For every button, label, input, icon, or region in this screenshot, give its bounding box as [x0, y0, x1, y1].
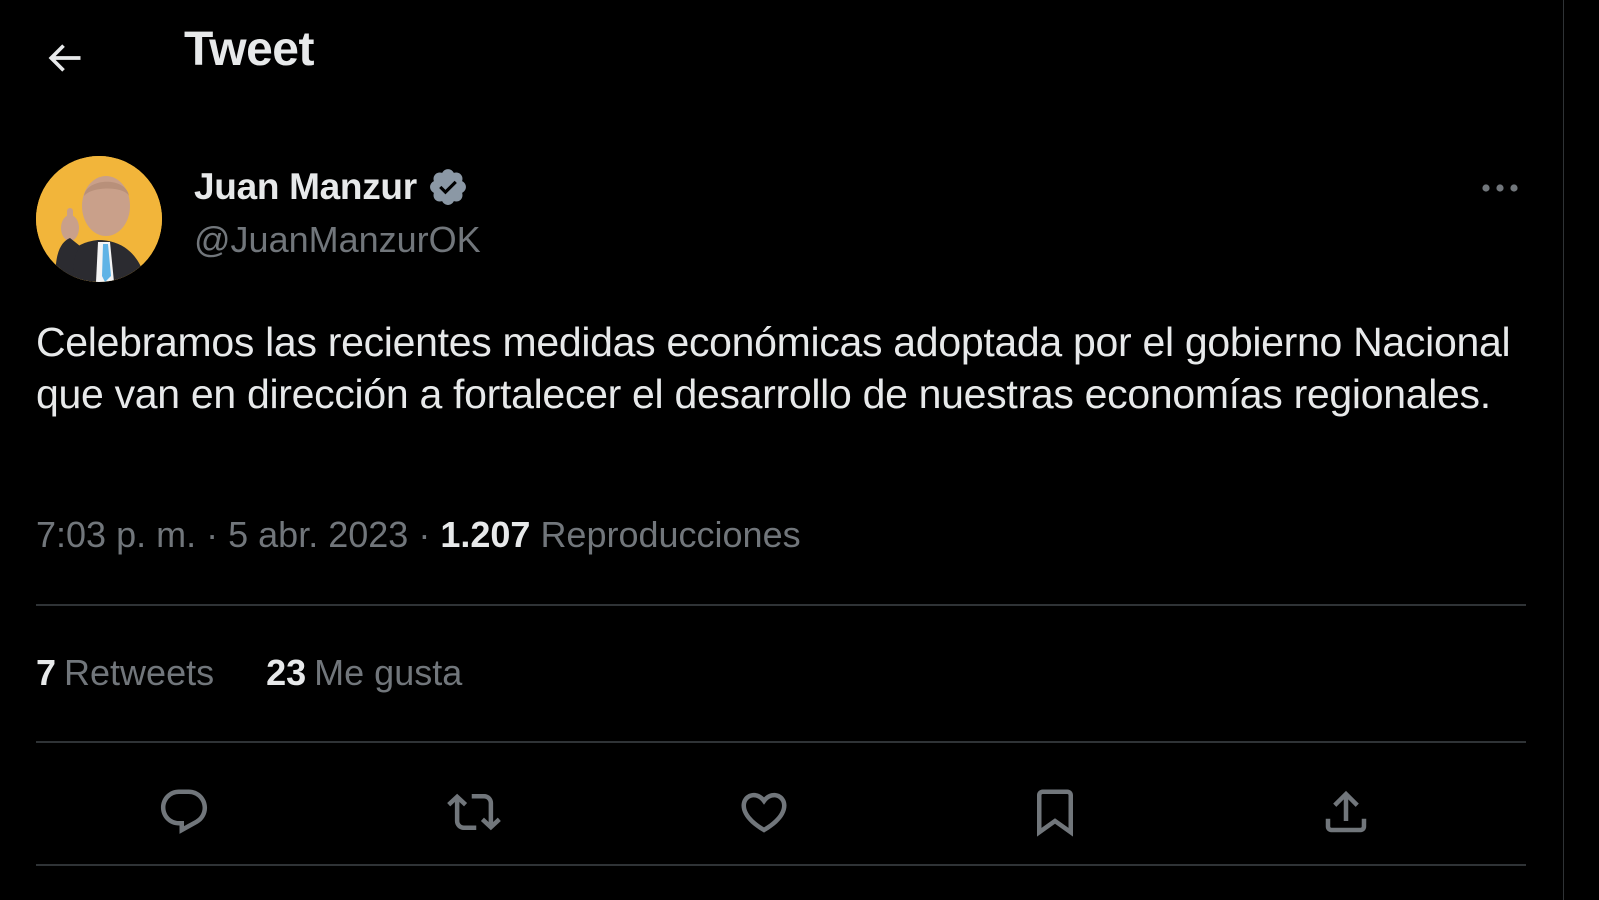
- reply-button[interactable]: [149, 782, 219, 842]
- author-name: Juan Manzur: [194, 166, 417, 207]
- page-title: Tweet: [184, 23, 314, 76]
- profile-photo: [36, 156, 162, 282]
- back-button[interactable]: [36, 30, 92, 86]
- bookmark-icon: [1037, 789, 1073, 837]
- tweet-text: Celebramos las recientes medidas económi…: [36, 319, 1511, 417]
- more-options-button[interactable]: [1468, 166, 1532, 210]
- arrow-left-icon: [48, 44, 81, 72]
- tweet-detail-page: Tweet Juan Manzur @JuanManzurOK Celebram…: [0, 0, 1564, 900]
- tweet-meta: 7:03 p. m. · 5 abr. 2023 · 1.207 Reprodu…: [36, 514, 801, 556]
- author-handle[interactable]: @JuanManzurOK: [194, 219, 481, 261]
- views-count: 1.207: [440, 514, 531, 555]
- share-icon: [1325, 790, 1367, 833]
- likes-label: Me gusta: [314, 652, 463, 693]
- page-header: Tweet: [0, 0, 1563, 104]
- retweet-button[interactable]: [439, 782, 509, 842]
- tweet-date: 5 abr. 2023: [228, 514, 409, 555]
- like-button[interactable]: [729, 782, 799, 842]
- share-button[interactable]: [1311, 782, 1381, 842]
- meta-separator: ·: [418, 514, 431, 555]
- retweets-label: Retweets: [64, 652, 215, 693]
- views-label: Reproducciones: [540, 514, 801, 555]
- author-name-link[interactable]: Juan Manzur: [194, 166, 469, 208]
- likes-count: 23: [266, 652, 307, 693]
- divider: [36, 864, 1526, 866]
- tweet-stats: 7 Retweets 23 Me gusta: [36, 652, 462, 694]
- bookmark-button[interactable]: [1020, 782, 1090, 842]
- avatar[interactable]: [36, 156, 162, 282]
- more-horizontal-icon: [1482, 184, 1518, 192]
- views-link[interactable]: 1.207 Reproducciones: [440, 514, 800, 555]
- tweet-time: 7:03 p. m.: [36, 514, 197, 555]
- retweets-stat-link[interactable]: 7 Retweets: [36, 652, 214, 694]
- likes-stat-link[interactable]: 23 Me gusta: [266, 652, 462, 694]
- retweet-icon: [447, 793, 501, 831]
- divider: [36, 604, 1526, 606]
- divider: [36, 741, 1526, 743]
- tweet-timestamp-link[interactable]: 7:03 p. m. · 5 abr. 2023: [36, 514, 408, 555]
- verified-badge-icon: [427, 166, 469, 208]
- meta-separator: ·: [206, 514, 219, 555]
- like-icon: [741, 792, 787, 833]
- retweets-count: 7: [36, 652, 57, 693]
- reply-icon: [160, 789, 208, 834]
